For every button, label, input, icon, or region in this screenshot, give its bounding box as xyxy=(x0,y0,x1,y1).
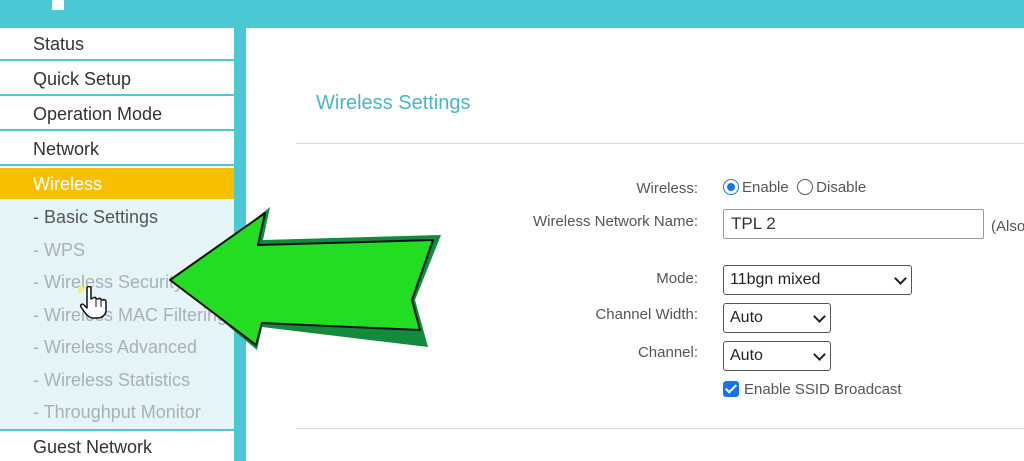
submenu-item-throughput-monitor[interactable]: - Throughput Monitor xyxy=(0,396,234,428)
wireless-enable-radio[interactable] xyxy=(723,179,739,195)
ssid-broadcast-checkbox[interactable] xyxy=(723,381,739,397)
mode-select-value: 11bgn mixed xyxy=(730,271,821,288)
channel-select-value: Auto xyxy=(730,347,763,364)
channel-width-select-value: Auto xyxy=(730,309,763,326)
chevron-down-icon xyxy=(813,310,826,323)
top-header-bar xyxy=(0,0,1024,28)
sidebar-item-network[interactable]: Network xyxy=(0,133,234,166)
chevron-down-icon xyxy=(813,348,826,361)
wireless-label: Wireless: xyxy=(636,180,698,197)
network-name-note: (Also xyxy=(991,218,1024,235)
wireless-enable-label: Enable xyxy=(742,179,789,196)
mode-select[interactable]: 11bgn mixed xyxy=(723,265,912,295)
network-name-label: Wireless Network Name: xyxy=(532,213,698,230)
hand-pointer-icon xyxy=(78,286,107,319)
mode-label: Mode: xyxy=(656,270,698,287)
ssid-broadcast-row: Enable SSID Broadcast xyxy=(723,381,906,399)
wireless-radio-group: Enable Disable xyxy=(723,179,870,197)
wireless-disable-radio[interactable] xyxy=(797,179,814,195)
sidebar-item-guest-network[interactable]: Guest Network xyxy=(0,429,234,461)
chevron-down-icon xyxy=(894,272,907,285)
sidebar-item-status[interactable]: Status xyxy=(0,28,234,61)
page-title: Wireless Settings xyxy=(316,92,471,114)
divider-top xyxy=(296,143,1024,144)
submenu-item-wireless-statistics[interactable]: - Wireless Statistics xyxy=(0,364,234,396)
network-name-input[interactable]: TPL 2 xyxy=(723,209,984,239)
sidebar-item-operation-mode[interactable]: Operation Mode xyxy=(0,98,234,131)
green-left-arrow-icon xyxy=(169,207,441,350)
wireless-disable-label: Disable xyxy=(816,179,867,196)
ssid-broadcast-label: Enable SSID Broadcast xyxy=(744,381,902,398)
channel-label: Channel: xyxy=(637,344,698,361)
channel-select[interactable]: Auto xyxy=(723,341,831,371)
sidebar-item-quick-setup[interactable]: Quick Setup xyxy=(0,63,234,96)
channel-width-label: Channel Width: xyxy=(595,306,698,323)
logo xyxy=(52,0,64,10)
channel-width-select[interactable]: Auto xyxy=(723,303,831,333)
divider-bottom xyxy=(296,428,1024,429)
sidebar-item-wireless[interactable]: Wireless xyxy=(0,168,234,201)
